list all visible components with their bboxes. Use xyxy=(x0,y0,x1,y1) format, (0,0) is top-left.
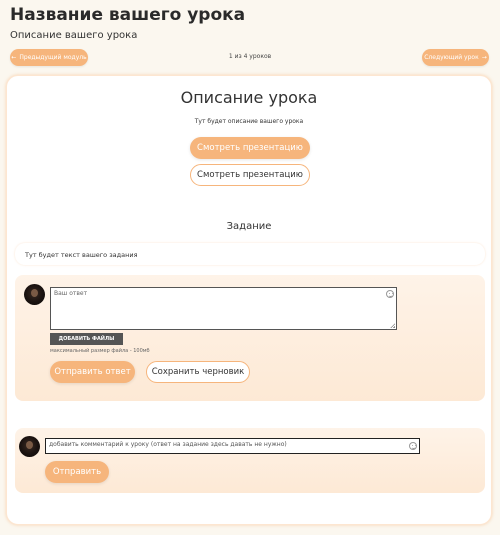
task-text: Тут будет текст вашего задания xyxy=(25,251,138,259)
resize-handle-icon[interactable] xyxy=(390,323,395,328)
arrow-right-icon: → xyxy=(481,54,487,61)
avatar xyxy=(19,436,40,457)
view-presentation-outline-button[interactable]: Смотреть презентацию xyxy=(190,164,310,186)
answer-panel: Ваш ответ ДОБАВИТЬ ФАЙЛЫ максимальный ра… xyxy=(15,275,485,401)
save-draft-button[interactable]: Сохранить черновик xyxy=(146,361,250,383)
task-text-box: Тут будет текст вашего задания xyxy=(15,243,485,265)
file-size-hint: максимальный размер файла - 100мб xyxy=(50,348,150,354)
add-files-button[interactable]: ДОБАВИТЬ ФАЙЛЫ xyxy=(50,333,123,345)
lesson-counter: 1 из 4 уроков xyxy=(228,53,272,60)
lesson-card: Описание урока Тут будет описание вашего… xyxy=(6,75,492,525)
page-subtitle: Описание вашего урока xyxy=(10,30,138,41)
previous-module-button[interactable]: ← Предыдущий модуль xyxy=(10,49,88,66)
page-title: Название вашего урока xyxy=(10,5,246,25)
emoji-icon[interactable] xyxy=(386,290,394,298)
lesson-description: Тут будет описание вашего урока xyxy=(194,118,304,125)
comment-panel: добавить комментарий к уроку (ответ на з… xyxy=(15,428,485,493)
lesson-title: Описание урока xyxy=(180,88,318,107)
view-presentation-button[interactable]: Смотреть презентацию xyxy=(190,137,310,159)
task-heading: Задание xyxy=(226,221,272,232)
answer-placeholder: Ваш ответ xyxy=(54,290,88,297)
arrow-left-icon: ← xyxy=(11,54,17,61)
avatar xyxy=(24,284,45,305)
previous-module-label: Предыдущий модуль xyxy=(19,54,87,61)
send-comment-button[interactable]: Отправить xyxy=(45,461,109,483)
submit-answer-button[interactable]: Отправить ответ xyxy=(50,361,135,383)
comment-input[interactable]: добавить комментарий к уроку (ответ на з… xyxy=(45,438,420,454)
comment-placeholder: добавить комментарий к уроку (ответ на з… xyxy=(49,441,287,448)
next-lesson-button[interactable]: Следующий урок → xyxy=(422,49,489,66)
emoji-icon[interactable] xyxy=(409,442,417,450)
next-lesson-label: Следующий урок xyxy=(424,54,479,61)
answer-textarea[interactable]: Ваш ответ xyxy=(50,287,397,330)
